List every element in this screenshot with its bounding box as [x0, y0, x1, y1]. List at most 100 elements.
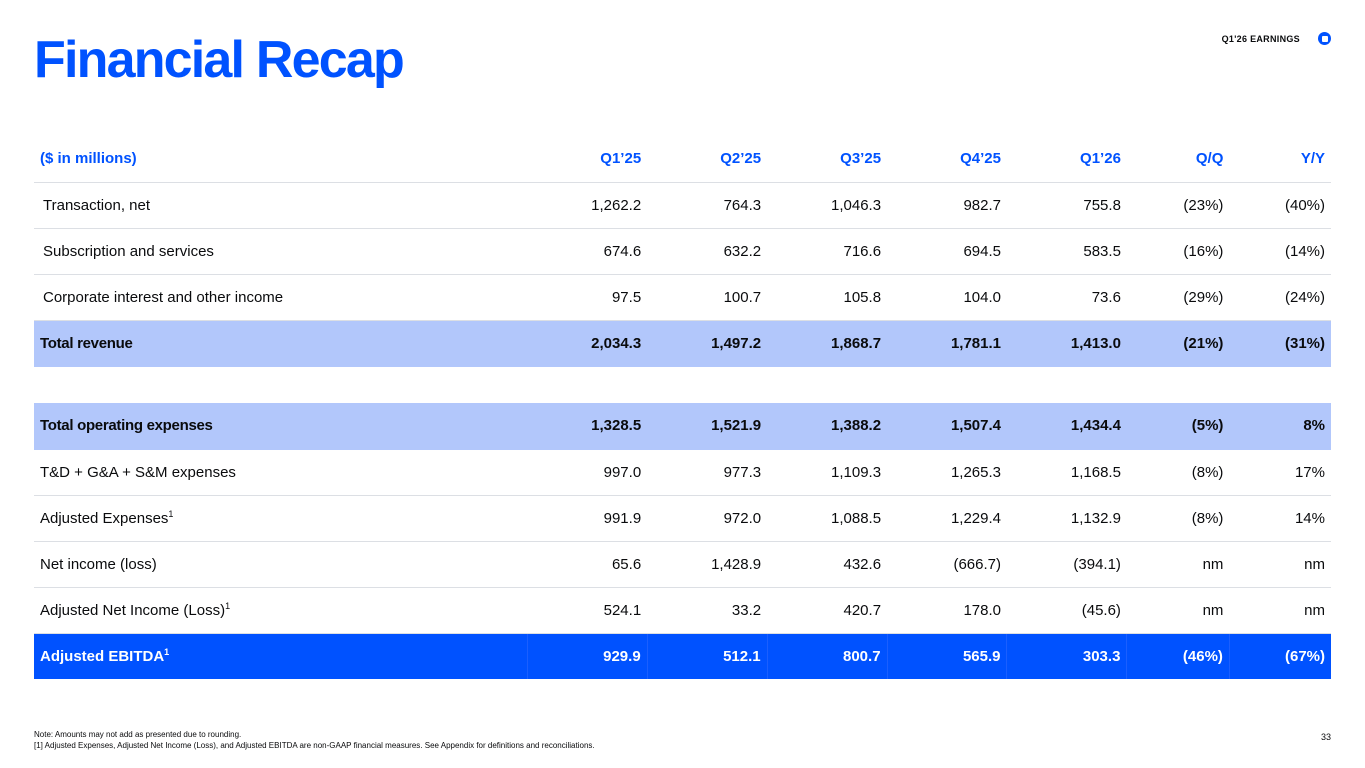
table-cell: 1,109.3	[767, 449, 888, 496]
row-label: Total operating expenses	[34, 403, 528, 450]
row-label: Corporate interest and other income	[34, 274, 528, 321]
table-cell: 65.6	[527, 541, 648, 588]
table-cell: 104.0	[887, 274, 1007, 321]
table-cell: (24%)	[1229, 274, 1331, 321]
table-cell: 8%	[1229, 403, 1331, 450]
table-cell: 1,521.9	[647, 403, 768, 450]
table-cell: 764.3	[647, 182, 768, 229]
table-cell: nm	[1126, 541, 1230, 588]
row-label: T&D + G&A + S&M expenses	[34, 449, 528, 496]
footnote-non-gaap: [1] Adjusted Expenses, Adjusted Net Inco…	[34, 741, 595, 750]
table-cell: (67%)	[1228, 633, 1331, 679]
column-header: Q3’25	[767, 136, 888, 183]
header-right: Q1'26 EARNINGS	[1222, 32, 1331, 45]
table-cell: 1,088.5	[767, 495, 888, 542]
table-cell: (23%)	[1126, 182, 1230, 229]
table-cell: 512.1	[646, 633, 768, 679]
table-cell: 800.7	[766, 633, 888, 679]
footnote: Note: Amounts may not add as presented d…	[34, 729, 595, 751]
table-row: Transaction, net 1,262.2 764.3 1,046.3 9…	[34, 182, 1331, 229]
table-cell: 1,413.0	[1006, 320, 1127, 367]
column-header: Q4’25	[887, 136, 1007, 183]
table-cell: 1,497.2	[647, 320, 768, 367]
table-cell: 674.6	[527, 228, 648, 275]
table-cell: 632.2	[647, 228, 768, 275]
row-label-text: Net income (loss)	[40, 555, 157, 573]
table-row: Subscription and services 674.6 632.2 71…	[34, 228, 1331, 275]
table-cell: 977.3	[647, 449, 768, 496]
table-cell: 2,034.3	[527, 320, 648, 367]
table-cell: nm	[1229, 587, 1331, 634]
table-cell: 929.9	[526, 633, 648, 679]
table-cell: (8%)	[1126, 449, 1230, 496]
table-cell: (16%)	[1126, 228, 1230, 275]
table-cell: (46%)	[1126, 633, 1230, 679]
column-header: Q1’25	[527, 136, 648, 183]
column-header: Y/Y	[1229, 136, 1331, 183]
table-cell: 97.5	[527, 274, 648, 321]
page-number: 33	[1320, 732, 1331, 742]
table-cell: 1,868.7	[767, 320, 888, 367]
row-label: Adjusted Expenses1	[34, 495, 528, 542]
row-label: Subscription and services	[34, 228, 528, 275]
financial-recap-table: ($ in millions) Q1’25 Q2’25 Q3’25 Q4’25 …	[34, 136, 1331, 679]
column-header: Q/Q	[1126, 136, 1230, 183]
column-header: Q1’26	[1006, 136, 1127, 183]
table-cell: 1,132.9	[1006, 495, 1127, 542]
total-revenue-row: Total revenue 2,034.3 1,497.2 1,868.7 1,…	[34, 320, 1331, 367]
coinbase-logo-icon	[1318, 32, 1331, 45]
table-cell: 694.5	[887, 228, 1007, 275]
table-cell: 991.9	[527, 495, 648, 542]
table-cell: 1,781.1	[887, 320, 1007, 367]
table-cell: 33.2	[647, 587, 768, 634]
table-cell: 755.8	[1006, 182, 1127, 229]
table-cell: (14%)	[1229, 228, 1331, 275]
table-cell: (21%)	[1126, 320, 1230, 367]
table-cell: 1,328.5	[527, 403, 648, 450]
table-cell: (29%)	[1126, 274, 1230, 321]
table-cell: 1,046.3	[767, 182, 888, 229]
table-header-row: ($ in millions) Q1’25 Q2’25 Q3’25 Q4’25 …	[34, 136, 1331, 183]
table-cell: (394.1)	[1006, 541, 1127, 588]
table-cell: 1,265.3	[887, 449, 1007, 496]
table-cell: (666.7)	[887, 541, 1007, 588]
table-row: Net income (loss) 65.6 1,428.9 432.6 (66…	[34, 541, 1331, 588]
table-cell: 565.9	[886, 633, 1007, 679]
table-cell: (31%)	[1229, 320, 1331, 367]
row-label: Adjusted EBITDA1	[34, 633, 528, 679]
table-cell: 716.6	[767, 228, 888, 275]
footnote-marker: 1	[164, 646, 170, 657]
table-row: Adjusted Net Income (Loss)1 524.1 33.2 4…	[34, 587, 1331, 634]
table-cell: 972.0	[647, 495, 768, 542]
table-cell: 303.3	[1006, 633, 1127, 679]
table-cell: (40%)	[1229, 182, 1331, 229]
row-label-text: Adjusted Expenses	[40, 509, 169, 527]
table-cell: 997.0	[527, 449, 648, 496]
table-cell: 432.6	[767, 541, 888, 588]
footnote-marker: 1	[225, 600, 231, 611]
table-cell: 1,229.4	[887, 495, 1007, 542]
total-opex-row: Total operating expenses 1,328.5 1,521.9…	[34, 403, 1331, 450]
table-row: Adjusted Expenses1 991.9 972.0 1,088.5 1…	[34, 495, 1331, 542]
table-cell: 178.0	[887, 587, 1007, 634]
row-label-text: T&D + G&A + S&M expenses	[40, 463, 236, 481]
table-cell: 1,507.4	[887, 403, 1007, 450]
table-cell: 982.7	[887, 182, 1007, 229]
table-cell: 105.8	[767, 274, 888, 321]
spacer-row	[34, 366, 1331, 403]
earnings-label: Q1'26 EARNINGS	[1221, 33, 1300, 44]
column-header: ($ in millions)	[34, 136, 528, 183]
table-cell: nm	[1126, 587, 1230, 634]
row-label: Transaction, net	[34, 182, 528, 229]
row-label-text: Adjusted EBITDA	[40, 647, 165, 665]
table-cell: 1,434.4	[1006, 403, 1127, 450]
table-cell: 73.6	[1006, 274, 1127, 321]
table-row: T&D + G&A + S&M expenses 997.0 977.3 1,1…	[34, 449, 1331, 496]
table-cell: (8%)	[1126, 495, 1230, 542]
row-label: Adjusted Net Income (Loss)1	[34, 587, 528, 634]
row-label: Net income (loss)	[34, 541, 528, 588]
table-cell: (45.6)	[1006, 587, 1127, 634]
row-label-text: Adjusted Net Income (Loss)	[40, 601, 226, 619]
table-cell: 14%	[1229, 495, 1331, 542]
table-cell: 583.5	[1006, 228, 1127, 275]
